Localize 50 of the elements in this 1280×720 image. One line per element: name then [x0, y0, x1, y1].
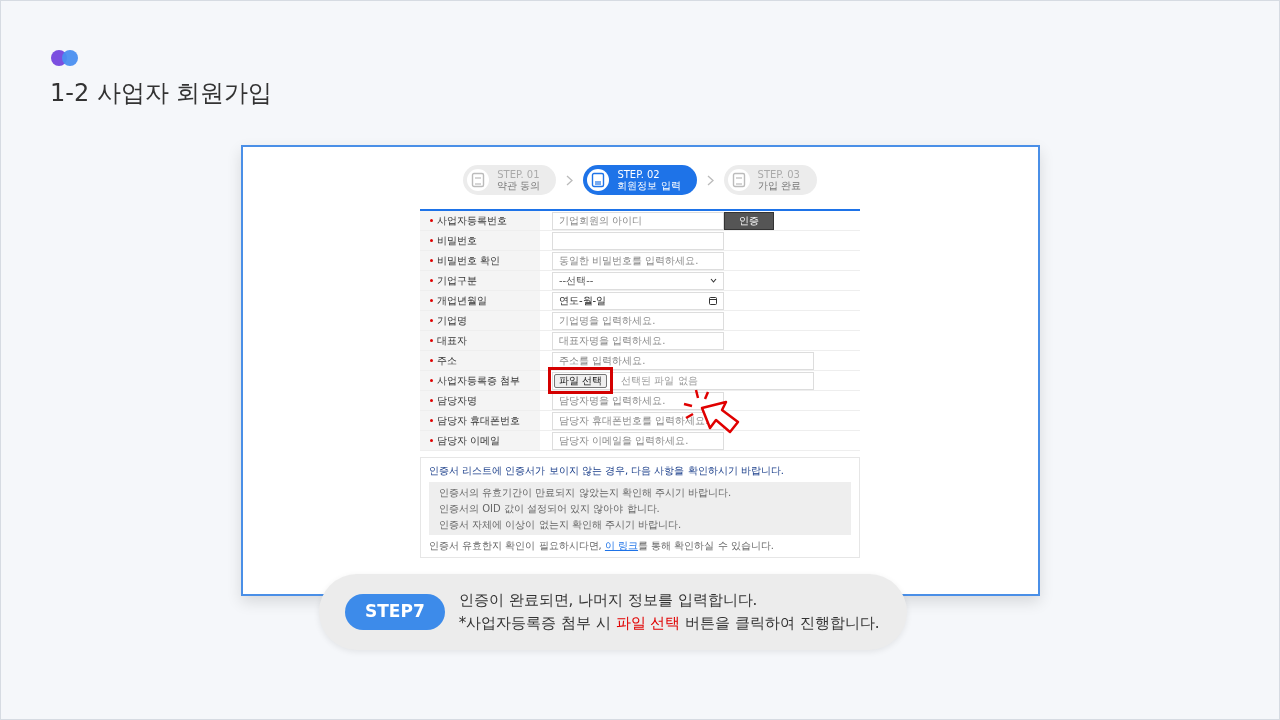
notice-title: 인증서 리스트에 인증서가 보이지 않는 경우, 다음 사항을 확인하시기 바랍니다.	[429, 464, 785, 478]
document-icon	[471, 172, 486, 188]
form-label: 비밀번호 확인	[437, 254, 501, 268]
file-status-text: 선택된 파일 없음	[621, 374, 698, 388]
chevron-right-icon	[566, 174, 574, 186]
form-label: 비밀번호	[437, 234, 477, 248]
input-field[interactable]	[552, 231, 724, 250]
callout-text: 인증이 완료되면, 나머지 정보를 입력합니다.	[458, 590, 759, 611]
step-badge: STEP7	[345, 594, 445, 630]
notice-item: 인증서 자체에 이상이 없는지 확인해 주시기 바랍니다.	[439, 518, 683, 532]
form-label: 사업자등록번호	[437, 214, 507, 228]
calendar-icon	[709, 296, 717, 305]
date-field[interactable]: 연도-월-일	[552, 291, 724, 310]
form-label: 담당자명	[437, 394, 477, 408]
form-label: 기업명	[437, 314, 467, 328]
input-field[interactable]: 주소를 입력하세요.	[552, 351, 814, 370]
form-label: 주소	[437, 354, 457, 368]
callout-text: *사업자등록증 첨부 시 파일 선택 버튼을 클릭하여 진행합니다.	[458, 613, 880, 634]
input-field[interactable]: 담당자명을 입력하세요.	[552, 391, 724, 410]
input-field[interactable]: 담당자 이메일을 입력하세요.	[552, 431, 724, 450]
select-field[interactable]: --선택--	[552, 271, 724, 290]
step-number: STEP. 01	[497, 169, 541, 180]
page-title: 1-2 사업자 회원가입	[50, 78, 274, 109]
form-label: 사업자등록증 첨부	[437, 374, 521, 388]
step-label: 회원정보 입력	[617, 180, 681, 191]
link[interactable]: 이 링크	[604, 540, 639, 551]
form-label: 담당자 휴대폰번호	[437, 414, 521, 428]
input-field[interactable]: 동일한 비밀번호를 입력하세요.	[552, 251, 724, 270]
notice-item: 인증서의 유효기간이 만료되지 않았는지 확인해 주시기 바랍니다.	[439, 486, 733, 500]
input-field[interactable]: 담당자 휴대폰번호를 입력하세요.	[552, 411, 724, 430]
input-field[interactable]: 기업명을 입력하세요.	[552, 311, 724, 330]
chevron-right-icon	[706, 174, 714, 186]
form-label: 개업년월일	[437, 294, 487, 308]
input-field[interactable]: 기업회원의 아이디	[552, 211, 724, 230]
document-icon	[591, 172, 606, 188]
input-field[interactable]: 대표자명을 입력하세요.	[552, 331, 724, 350]
notice-footer: 인증서 유효한지 확인이 필요하시다면, 이 링크를 통해 확인하실 수 있습니다.	[429, 538, 851, 553]
document-icon	[731, 172, 746, 188]
form-label: 기업구분	[437, 274, 477, 288]
form-label: 담당자 이메일	[437, 434, 501, 448]
verify-button[interactable]: 인증	[724, 211, 774, 230]
step-label: 약관 동의	[497, 180, 541, 191]
form-label: 대표자	[437, 334, 467, 348]
notice-item: 인증서의 OID 값이 설정되어 있지 않아야 합니다.	[439, 502, 661, 516]
logo-icon	[50, 49, 80, 67]
choose-file-button[interactable]: 파일 선택	[554, 374, 608, 388]
chevron-down-icon	[710, 278, 717, 283]
step-number: STEP. 02	[617, 169, 661, 180]
step-number: STEP. 03	[757, 169, 801, 180]
step-label: 가입 완료	[757, 180, 801, 191]
